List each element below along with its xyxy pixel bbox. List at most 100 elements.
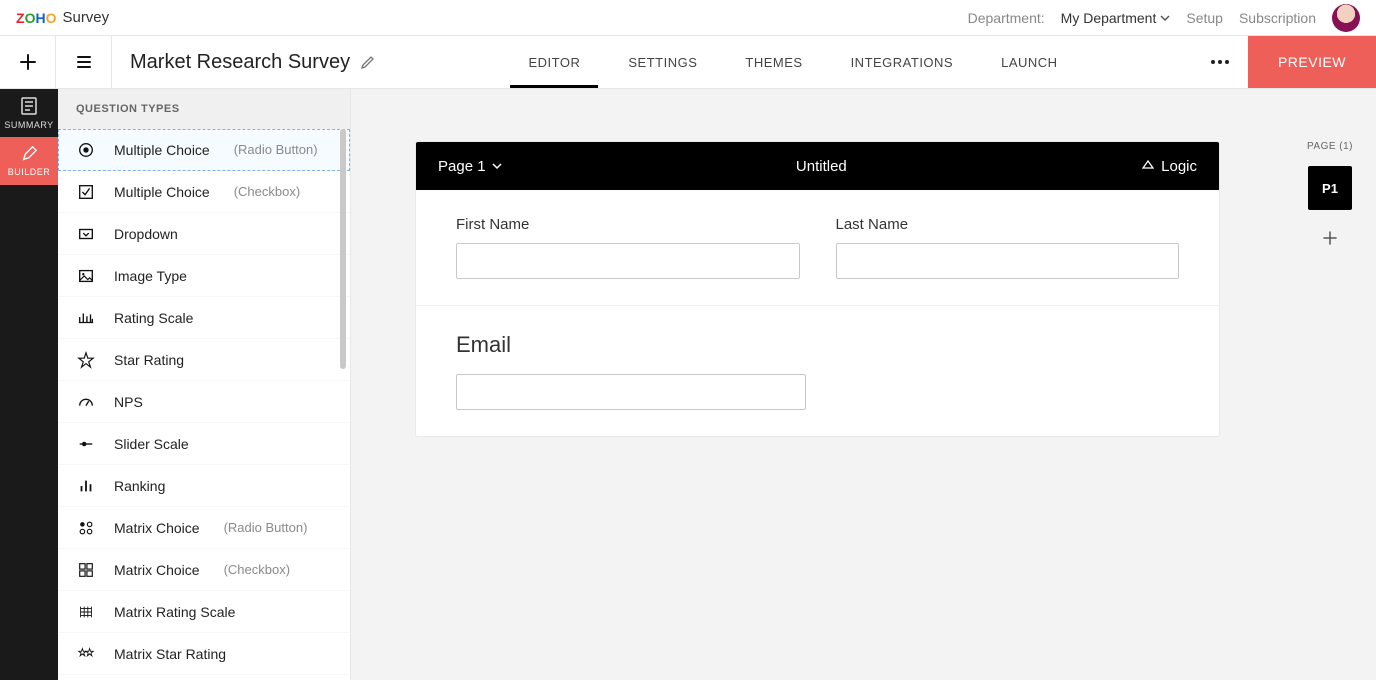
question-type-label: Star Rating bbox=[114, 352, 184, 368]
page-column: Page 1 Untitled Logic First Name bbox=[351, 89, 1284, 680]
new-survey-button[interactable] bbox=[0, 36, 56, 88]
page-thumb[interactable]: P1 bbox=[1308, 166, 1352, 210]
question-type-item[interactable]: Ranking bbox=[58, 465, 350, 507]
question-type-item[interactable]: Rating Scale bbox=[58, 297, 350, 339]
radio-icon bbox=[76, 140, 96, 160]
survey-title-wrap: Market Research Survey bbox=[112, 36, 394, 88]
matrix-radio-icon bbox=[76, 518, 96, 538]
last-name-input[interactable] bbox=[836, 243, 1180, 279]
matrix-rating-icon bbox=[76, 602, 96, 622]
question-type-item[interactable]: Slider Scale bbox=[58, 423, 350, 465]
survey-list-button[interactable] bbox=[56, 36, 112, 88]
email-label: Email bbox=[456, 332, 1179, 358]
question-type-item[interactable]: Matrix Star Rating bbox=[58, 633, 350, 675]
list-icon bbox=[75, 53, 93, 71]
question-type-list: Multiple Choice (Radio Button) Multiple … bbox=[58, 129, 350, 680]
checkbox-icon bbox=[76, 182, 96, 202]
scrollbar-track[interactable] bbox=[340, 129, 346, 676]
more-dots-icon bbox=[1210, 59, 1230, 65]
chevron-down-icon bbox=[1160, 13, 1170, 23]
question-type-label: Rating Scale bbox=[114, 310, 193, 326]
logic-label: Logic bbox=[1161, 158, 1197, 175]
star-icon bbox=[76, 350, 96, 370]
subscription-link[interactable]: Subscription bbox=[1239, 10, 1316, 26]
question-type-sublabel: (Radio Button) bbox=[234, 142, 318, 157]
matrix-star-icon bbox=[76, 644, 96, 664]
tab-settings[interactable]: SETTINGS bbox=[628, 36, 697, 88]
first-name-label: First Name bbox=[456, 216, 800, 233]
page-rail: PAGE (1) P1 bbox=[1284, 89, 1376, 680]
survey-title: Market Research Survey bbox=[130, 51, 350, 74]
avatar[interactable] bbox=[1332, 4, 1360, 32]
question-type-label: Matrix Choice bbox=[114, 562, 200, 578]
summary-icon bbox=[19, 96, 39, 116]
logo-product-name: Survey bbox=[62, 9, 109, 26]
question-type-label: Multiple Choice bbox=[114, 142, 210, 158]
question-type-item[interactable]: Multiple Choice (Radio Button) bbox=[58, 129, 350, 171]
page-title[interactable]: Untitled bbox=[514, 158, 1130, 175]
question-type-label: Multiple Choice bbox=[114, 184, 210, 200]
question-type-item[interactable]: Image Type bbox=[58, 255, 350, 297]
page-rail-label: PAGE (1) bbox=[1307, 141, 1353, 152]
matrix-checkbox-icon bbox=[76, 560, 96, 580]
question-type-item[interactable]: Matrix Choice (Checkbox) bbox=[58, 549, 350, 591]
question-email-block[interactable]: Email bbox=[416, 306, 1219, 436]
logo-zoho-icon: ZOHO bbox=[16, 10, 56, 26]
rail-builder-label: BUILDER bbox=[8, 167, 51, 177]
plus-icon bbox=[1322, 230, 1338, 246]
question-type-label: Dropdown bbox=[114, 226, 178, 242]
question-type-item[interactable]: Dropdown bbox=[58, 213, 350, 255]
rail-summary[interactable]: SUMMARY bbox=[0, 89, 58, 137]
question-type-item[interactable]: Matrix Choice (Radio Button) bbox=[58, 507, 350, 549]
left-rail: SUMMARY BUILDER bbox=[0, 89, 58, 680]
chevron-down-icon bbox=[492, 161, 502, 171]
gauge-icon bbox=[76, 392, 96, 412]
scrollbar-thumb[interactable] bbox=[340, 129, 346, 369]
question-type-label: Matrix Star Rating bbox=[114, 646, 226, 662]
question-type-item[interactable]: NPS bbox=[58, 381, 350, 423]
page-selector[interactable]: Page 1 bbox=[438, 158, 502, 175]
more-menu-button[interactable] bbox=[1192, 36, 1248, 88]
editor-canvas: Page 1 Untitled Logic First Name bbox=[351, 89, 1376, 680]
rail-summary-label: SUMMARY bbox=[4, 120, 53, 130]
page-selector-label: Page 1 bbox=[438, 158, 486, 175]
preview-button[interactable]: PREVIEW bbox=[1248, 36, 1376, 88]
ranking-icon bbox=[76, 476, 96, 496]
rail-builder[interactable]: BUILDER bbox=[0, 137, 58, 185]
tab-launch[interactable]: LAUNCH bbox=[1001, 36, 1057, 88]
last-name-col: Last Name bbox=[836, 216, 1180, 279]
question-type-sublabel: (Radio Button) bbox=[224, 520, 308, 535]
question-type-header: QUESTION TYPES bbox=[58, 89, 350, 129]
logo: ZOHO Survey bbox=[16, 9, 109, 26]
department-selector[interactable]: My Department bbox=[1061, 10, 1171, 26]
setup-link[interactable]: Setup bbox=[1186, 10, 1223, 26]
first-name-input[interactable] bbox=[456, 243, 800, 279]
edit-pencil-icon[interactable] bbox=[360, 54, 376, 70]
tab-themes[interactable]: THEMES bbox=[745, 36, 802, 88]
email-input[interactable] bbox=[456, 374, 806, 410]
logic-button[interactable]: Logic bbox=[1141, 158, 1197, 175]
question-type-label: NPS bbox=[114, 394, 143, 410]
question-type-item[interactable]: Star Rating bbox=[58, 339, 350, 381]
dropdown-icon bbox=[76, 224, 96, 244]
question-name-block[interactable]: First Name Last Name bbox=[416, 190, 1219, 306]
main-tabs: EDITOR SETTINGS THEMES INTEGRATIONS LAUN… bbox=[394, 36, 1192, 88]
plus-icon bbox=[19, 53, 37, 71]
page-card: Page 1 Untitled Logic First Name bbox=[415, 141, 1220, 437]
add-page-button[interactable] bbox=[1318, 226, 1342, 250]
question-type-sublabel: (Checkbox) bbox=[224, 562, 290, 577]
last-name-label: Last Name bbox=[836, 216, 1180, 233]
department-value: My Department bbox=[1061, 10, 1157, 26]
question-type-label: Slider Scale bbox=[114, 436, 189, 452]
question-type-item[interactable]: Multiple Choice (Checkbox) bbox=[58, 171, 350, 213]
first-name-col: First Name bbox=[456, 216, 800, 279]
page-header: Page 1 Untitled Logic bbox=[416, 142, 1219, 190]
tab-integrations[interactable]: INTEGRATIONS bbox=[851, 36, 954, 88]
question-type-label: Matrix Choice bbox=[114, 520, 200, 536]
rating-scale-icon bbox=[76, 308, 96, 328]
question-type-panel: QUESTION TYPES Multiple Choice (Radio Bu… bbox=[58, 89, 351, 680]
tab-editor[interactable]: EDITOR bbox=[528, 36, 580, 88]
logic-icon bbox=[1141, 159, 1155, 173]
question-type-item[interactable]: Matrix Rating Scale bbox=[58, 591, 350, 633]
image-icon bbox=[76, 266, 96, 286]
